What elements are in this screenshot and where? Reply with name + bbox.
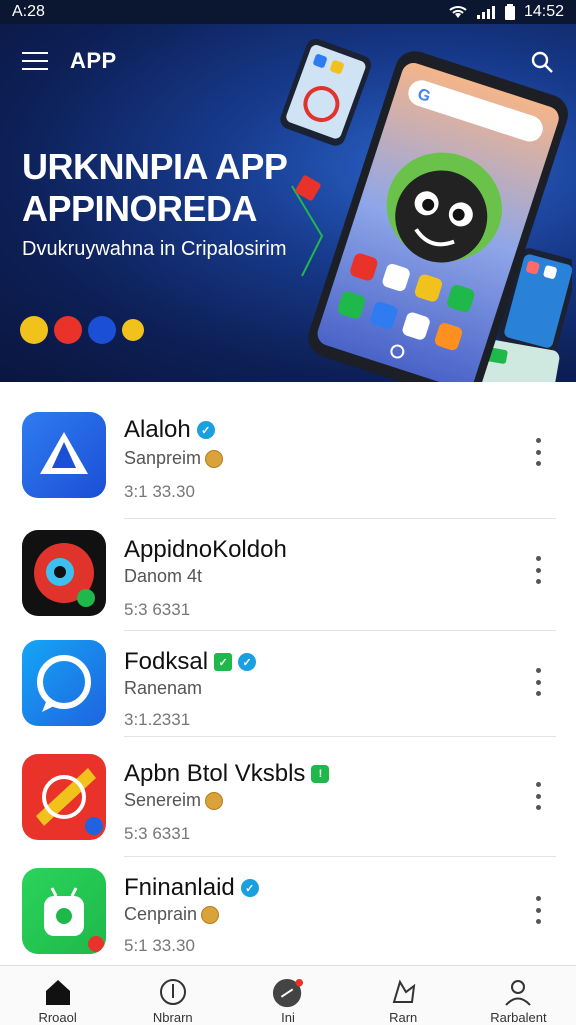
app-icon [22, 868, 106, 954]
app-name-row: Fninanlaid ✓ [124, 874, 259, 902]
divider [124, 736, 556, 737]
nav-tab-profile[interactable]: Rarbalent [461, 966, 576, 1025]
creature-icon [34, 543, 95, 607]
sail-icon [40, 432, 88, 474]
more-options-icon[interactable] [530, 438, 546, 466]
app-developer-row: Cenprain [124, 904, 220, 925]
app-meta: 5:3 6331 [124, 824, 191, 843]
verified-badge-icon: ✓ [240, 879, 259, 897]
android-icon [44, 887, 104, 952]
person-icon [505, 980, 532, 1006]
more-options-icon[interactable] [530, 668, 546, 696]
app-developer: Danom 4t [124, 566, 203, 586]
verified-badge-icon: ✓ [196, 421, 215, 439]
status-left-time: A:28 [12, 3, 45, 20]
smiley-icon [20, 316, 48, 344]
app-meta: 3:1.2331 [124, 710, 191, 729]
dot-icon [54, 316, 82, 344]
nav-tab-chat[interactable]: Ini [230, 966, 345, 1025]
app-developer-row: Senereim [124, 790, 224, 811]
slash-icon [36, 768, 103, 835]
dot-icon [122, 319, 144, 341]
chat-bubble-icon [37, 655, 91, 712]
app-meta: 5:3 6331 [124, 600, 191, 619]
app-icon [22, 412, 106, 498]
app-name: Apbn Btol Vksbls [124, 760, 306, 787]
app-meta: 3:1 33.30 [124, 482, 195, 501]
nav-tab-home[interactable]: Rroaol [0, 966, 115, 1025]
app-developer-row: Danom 4t [124, 566, 202, 587]
list-item[interactable]: Fodksal ✓ ✓ Ranenam 3:1.2331 [0, 638, 576, 753]
coin-icon [205, 791, 224, 810]
divider [124, 856, 556, 857]
hero-title-line1: URKNNPIA APP [22, 146, 288, 187]
coin-icon [201, 905, 220, 924]
more-options-icon[interactable] [530, 782, 546, 810]
divider [124, 630, 556, 631]
app-developer: Senereim [124, 790, 202, 810]
trophy-icon [392, 979, 416, 1003]
nav-tab-explore[interactable]: Nbrarn [115, 966, 230, 1025]
hero-subtitle: Dvukruywahna in Cripalosirim [22, 238, 287, 260]
nav-tab-label: Rarbalent [490, 1010, 547, 1025]
app-name: Alaloh [124, 416, 191, 443]
app-name-row: Fodksal ✓ ✓ [124, 648, 257, 676]
more-options-icon[interactable] [530, 896, 546, 924]
app-developer-row: Sanpreim [124, 448, 224, 469]
app-developer: Sanpreim [124, 448, 202, 468]
nav-tab-label: Rroaol [38, 1010, 77, 1025]
nav-tab-label: Nbrarn [152, 1010, 193, 1025]
home-icon [45, 980, 70, 1005]
app-list: Alaloh ✓ Sanpreim 3:1 33.30 AppidnoKoldo… [0, 382, 576, 965]
signal-icon [476, 6, 495, 19]
status-bar: A:28 14:52 [0, 0, 576, 24]
app-name-row: Apbn Btol Vksbls ! [124, 760, 330, 788]
app-developer: Ranenam [124, 678, 203, 698]
status-right: 14:52 [448, 3, 564, 21]
battery-icon [504, 4, 515, 20]
verified-badge-icon: ✓ [238, 653, 257, 671]
search-icon[interactable] [530, 50, 554, 74]
app-developer: Cenprain [124, 904, 198, 924]
coin-icon [205, 449, 224, 468]
wifi-icon [449, 6, 467, 18]
app-developer-row: Ranenam [124, 678, 202, 699]
divider [124, 518, 556, 519]
status-clock: 14:52 [523, 3, 564, 20]
app-name-row: Alaloh ✓ [124, 416, 215, 444]
nav-tab-trophy[interactable]: Rarn [346, 966, 461, 1025]
chat-icon [272, 978, 304, 1008]
bottom-nav: Rroaol Nbrarn Ini Rarn Rarbalent [0, 965, 576, 1025]
hero-banner[interactable]: G APP URKNNPIA APP APPINOREDA Dvukruywah… [0, 24, 576, 382]
phone-illustration: G [280, 38, 572, 382]
app-name: AppidnoKoldoh [124, 536, 287, 563]
app-icon [22, 754, 106, 840]
green-badge-icon: ✓ [214, 653, 233, 671]
nav-tab-label: Ini [281, 1010, 295, 1025]
list-item[interactable]: Apbn Btol Vksbls ! Senereim 5:3 6331 [0, 752, 576, 867]
app-name-row: AppidnoKoldoh [124, 536, 287, 564]
app-icon [22, 530, 106, 616]
hero-title-line2: APPINOREDA [22, 188, 258, 229]
shield-badge-icon: ! [311, 765, 330, 783]
hero-decor-icons [20, 316, 144, 344]
app-icon [22, 640, 106, 726]
app-meta: 5:1 33.30 [124, 936, 195, 955]
list-item[interactable]: Alaloh ✓ Sanpreim 3:1 33.30 [0, 408, 576, 523]
list-item[interactable]: Fninanlaid ✓ Cenprain 5:1 33.30 [0, 866, 576, 981]
app-brand: APP [70, 48, 117, 73]
nav-tab-label: Rarn [389, 1010, 418, 1025]
compass-icon [159, 979, 186, 1005]
more-options-icon[interactable] [530, 556, 546, 584]
dot-icon [88, 316, 116, 344]
list-item[interactable]: AppidnoKoldoh Danom 4t 5:3 6331 [0, 526, 576, 641]
app-name: Fninanlaid [124, 874, 235, 901]
app-name: Fodksal [124, 648, 209, 675]
hamburger-menu-icon[interactable] [22, 52, 48, 70]
